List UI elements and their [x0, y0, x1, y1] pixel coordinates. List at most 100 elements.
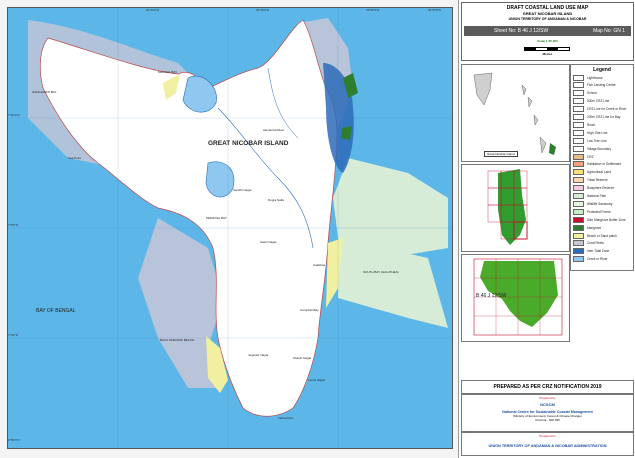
- side-panel: DRAFT COASTAL LAND USE MAP GREAT NICOBAR…: [458, 0, 635, 458]
- legend-item: High Tide Line: [573, 129, 608, 136]
- tick-top: 93°40'0"E: [146, 8, 160, 12]
- legend-item: Wildlife Sanctuary: [573, 200, 613, 207]
- admin-name: UNION TERRITORY OF ANDAMAN & NICOBAR ADM…: [488, 444, 607, 448]
- map-sheet: GREAT NICOBAR ISLAND BAY OF BENGAL GANGA…: [0, 0, 635, 458]
- island-label: GREAT NICOBAR ISLAND: [208, 140, 289, 147]
- legend-swatch: [573, 248, 584, 255]
- legend-label: 200m CRZ Line for Bay: [587, 115, 621, 119]
- legend-label: Tribal Reserve: [587, 178, 608, 183]
- legend-swatch: [573, 121, 584, 128]
- legend-swatch: [573, 216, 584, 223]
- tick-left: 7°0'0"N: [8, 333, 19, 337]
- legend-item: CRZ: [573, 153, 594, 160]
- place-label: SOUTH BAY (GALATHEA): [363, 270, 399, 274]
- place-label: Indira Point: [278, 416, 294, 420]
- legend-item: Creek or River: [573, 256, 608, 263]
- place-label: BACK PARAGWI BEACH: [160, 338, 195, 342]
- legend-label: Habitation or Settlement: [587, 162, 622, 167]
- legend-item: Village Boundary: [573, 145, 612, 152]
- legend-label: CRZ: [587, 154, 594, 159]
- place-label: Galathea: [313, 263, 326, 267]
- legend-item: National Park: [573, 193, 607, 199]
- legend-label: School: [587, 91, 597, 96]
- legend-swatch: [573, 82, 584, 89]
- legend-swatch: [573, 177, 584, 184]
- legend-swatch: [573, 193, 584, 199]
- org-place: Chennai - 600 025: [535, 418, 560, 422]
- legend-swatch: [573, 169, 584, 176]
- legend-label: 50m Mangrove Buffer Zone: [587, 217, 626, 222]
- legend-swatch: [573, 161, 584, 168]
- legend-label: National Park: [587, 194, 607, 198]
- legend-swatch: [573, 114, 584, 120]
- legend-label: Village Boundary: [587, 146, 612, 151]
- legend-label: Lighthouse: [587, 75, 603, 80]
- map-canvas: [8, 8, 452, 448]
- legend-swatch: [573, 224, 584, 231]
- title-block: DRAFT COASTAL LAND USE MAP GREAT NICOBAR…: [461, 2, 634, 61]
- place-label: Campbell Bay: [300, 308, 319, 312]
- legend-item: Habitation or Settlement: [573, 161, 622, 168]
- place-label: Shastri Nagar: [293, 356, 312, 360]
- tick-left: 6°55'0"N: [8, 438, 20, 442]
- notification-text: PREPARED AS PER CRZ NOTIFICATION 2019: [493, 384, 602, 390]
- legend-label: High Tide Line: [587, 130, 608, 135]
- tick-left: 7°5'0"N: [8, 223, 19, 227]
- legend-item: CRZ Line for Creek or River: [573, 106, 627, 113]
- legend-label: Wildlife Sanctuary: [587, 201, 613, 206]
- legend-item: Low Tide Line: [573, 137, 607, 144]
- place-label: Laxmi Nagar: [308, 378, 326, 382]
- legend-label: Low Tide Line: [587, 138, 607, 143]
- legend: Legend Lighthouse Fish Landing Centre Scho…: [570, 64, 634, 271]
- index-canvas: [462, 165, 569, 251]
- sheet-detail-map[interactable]: B 46 J 12/SW: [461, 254, 570, 342]
- legend-swatch: [573, 137, 584, 144]
- legend-item: School: [573, 90, 597, 97]
- legend-label: Mangrove: [587, 225, 602, 230]
- legend-item: 200m CRZ Line for Bay: [573, 114, 621, 120]
- creek-area: [182, 75, 217, 113]
- legend-swatch: [573, 74, 584, 81]
- legend-item: Protected Forest: [573, 208, 611, 215]
- scale-label: Scale 1:25,000: [537, 39, 558, 43]
- place-label: Joginder Nagar: [248, 353, 269, 357]
- crz-green-zone: [338, 238, 448, 328]
- tick-top: 93°45'0"E: [256, 8, 270, 12]
- legend-swatch: [573, 145, 584, 152]
- main-map[interactable]: GREAT NICOBAR ISLAND BAY OF BENGAL GANGA…: [7, 7, 453, 449]
- legend-label: CRZ Line for Creek or River: [587, 107, 627, 112]
- index-label: B 46 J 12/SW: [476, 293, 507, 299]
- legend-label: Road: [587, 122, 595, 127]
- place-label: Gandhi Nagar: [233, 188, 252, 192]
- legend-item: 500m CRZ Line: [573, 98, 609, 105]
- prepared-for-box: Prepared for UNION TERRITORY OF ANDAMAN …: [461, 432, 634, 456]
- legend-item: Lighthouse: [573, 74, 603, 81]
- tick-left: 7°10'0"N: [8, 113, 20, 117]
- legend-swatch: [573, 232, 584, 239]
- legend-item: Tribal Reserve: [573, 177, 608, 184]
- legend-item: Fish Landing Centre: [573, 82, 616, 89]
- locator-map[interactable]: Great Nicobar Island: [461, 64, 570, 162]
- prepared-by-label: Prepared by: [539, 396, 556, 400]
- place-label: MAGNAL BAY: [158, 70, 178, 74]
- legend-item: Biosphere Reserve: [573, 185, 614, 192]
- legend-swatch: [573, 208, 584, 215]
- legend-title: Legend: [593, 67, 611, 73]
- legend-item: Road: [573, 121, 595, 128]
- place-label: Sastri Nagar: [260, 240, 277, 244]
- legend-label: Beach or Sand patch: [587, 233, 617, 238]
- legend-label: Fish Landing Centre: [587, 83, 616, 88]
- tick-top: 93°50'0"E: [366, 8, 380, 12]
- legend-swatch: [573, 153, 584, 160]
- legend-label: Agricultural Land: [587, 170, 611, 175]
- locator-canvas: [473, 72, 556, 155]
- legend-swatch: [573, 256, 584, 263]
- legend-swatch: [573, 98, 584, 105]
- inset-label: Great Nicobar Island: [484, 151, 518, 157]
- place-label: Dogra Nalla: [268, 198, 284, 202]
- tick-top: 93°55'0"E: [428, 8, 442, 12]
- prepared-by-box: Prepared by NCSCM National Centre for Su…: [461, 394, 634, 432]
- map-subtitle: UNION TERRITORY OF ANDAMAN & NICOBAR: [508, 17, 587, 21]
- index-grid-map[interactable]: [461, 164, 570, 252]
- legend-swatch: [573, 240, 584, 247]
